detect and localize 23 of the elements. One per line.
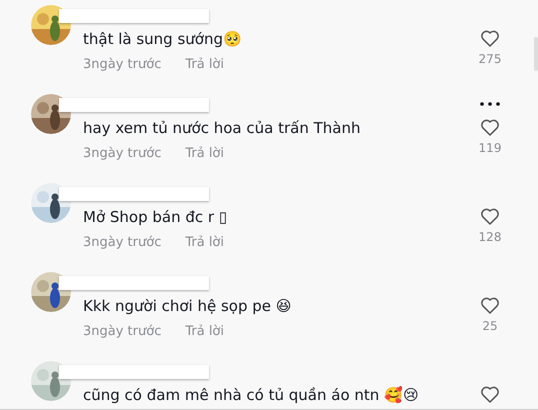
reply-link[interactable]: Trả lời xyxy=(185,57,224,73)
comment-text: Mở Shop bán đc r ▯ xyxy=(83,207,228,227)
comment-time: 3ngày trước xyxy=(83,57,162,73)
reply-link[interactable]: Trả lời xyxy=(185,324,224,340)
comment-time: 3ngày trước xyxy=(83,235,162,251)
like-count: 128 xyxy=(478,230,502,244)
comment-text: Kkk người chơi hệ sọp pe 😆 xyxy=(83,296,292,316)
like-count: 275 xyxy=(478,52,502,66)
heart-icon[interactable] xyxy=(480,207,500,226)
comment-time: 3ngày trước xyxy=(83,324,162,340)
reply-link[interactable]: Trả lời xyxy=(185,235,224,251)
heart-icon[interactable] xyxy=(480,118,500,137)
comment-text: cũng có đam mê nhà có tủ quần áo ntn 🥰😢 xyxy=(83,385,420,405)
comment-time: 3ngày trước xyxy=(83,146,162,162)
like-count: 119 xyxy=(478,141,502,155)
more-options-icon[interactable] xyxy=(480,102,500,106)
heart-icon[interactable] xyxy=(480,296,500,315)
heart-icon[interactable] xyxy=(480,385,500,404)
comment-text: hay xem tủ nước hoa của trấn Thành xyxy=(83,118,362,138)
comment-text: thật là sung sướng🥺 xyxy=(83,29,244,49)
heart-icon[interactable] xyxy=(480,29,500,48)
reply-link[interactable]: Trả lời xyxy=(185,146,224,162)
like-count: 25 xyxy=(482,319,498,333)
